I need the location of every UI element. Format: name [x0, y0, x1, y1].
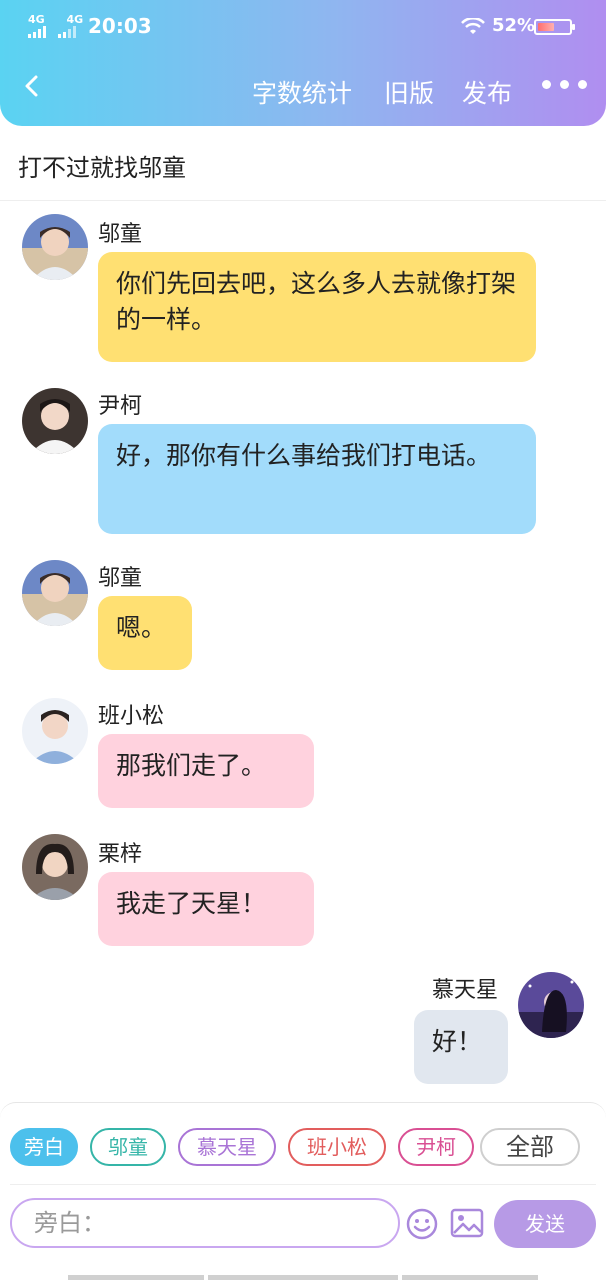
role-chip-all[interactable]: 全部	[480, 1128, 580, 1166]
avatar[interactable]	[22, 560, 88, 626]
message-bubble[interactable]: 好！	[414, 1010, 508, 1084]
sender-name: 慕天星	[432, 978, 499, 1003]
message-input[interactable]: 旁白：	[10, 1198, 400, 1248]
message-bubble[interactable]: 你们先回去吧，这么多人去就像打架的一样。	[98, 252, 536, 362]
sender-name: 邬童	[98, 566, 143, 591]
role-chip-yinke[interactable]: 尹柯	[398, 1128, 474, 1166]
divider	[0, 200, 606, 201]
avatar[interactable]	[22, 834, 88, 900]
network-label-2: 4G	[66, 13, 84, 26]
network-label-1: 4G	[28, 13, 45, 26]
message-bubble[interactable]: 嗯。	[98, 596, 192, 670]
role-chip-narrator[interactable]: 旁白	[10, 1128, 78, 1166]
sender-name: 栗梓	[98, 842, 143, 867]
role-chip-banxiaosong[interactable]: 班小松	[288, 1128, 386, 1166]
divider	[10, 1184, 596, 1185]
chevron-left-icon[interactable]	[20, 74, 44, 98]
sender-name: 尹柯	[98, 394, 143, 419]
message-bubble[interactable]: 好，那你有什么事给我们打电话。	[98, 424, 536, 534]
clock: 20:03	[88, 14, 152, 38]
word-count-button[interactable]: 字数统计	[252, 74, 352, 110]
app-header: 4G 4G 20:03 52% 字数统计 旧版 发布	[0, 0, 606, 126]
message-bubble[interactable]: 我走了天星！	[98, 872, 314, 946]
emoji-icon[interactable]	[406, 1208, 438, 1240]
avatar[interactable]	[518, 972, 584, 1038]
send-button[interactable]: 发送	[494, 1200, 596, 1248]
battery-level	[538, 23, 554, 31]
more-dots-icon[interactable]	[542, 80, 587, 89]
signal-bars-icon	[28, 26, 84, 38]
sender-name: 班小松	[98, 704, 165, 729]
system-nav-bar	[402, 1275, 538, 1280]
role-chip-mutianxing[interactable]: 慕天星	[178, 1128, 276, 1166]
old-version-button[interactable]: 旧版	[384, 74, 434, 110]
avatar[interactable]	[22, 698, 88, 764]
status-bar: 4G 4G 20:03 52%	[0, 12, 606, 42]
role-chip-wutong[interactable]: 邬童	[90, 1128, 166, 1166]
story-title[interactable]: 打不过就找邬童	[18, 148, 186, 183]
avatar[interactable]	[22, 214, 88, 280]
nav-bar: 字数统计 旧版 发布	[0, 66, 606, 116]
system-nav-bar	[208, 1275, 398, 1280]
battery-icon	[534, 19, 575, 35]
message-bubble[interactable]: 那我们走了。	[98, 734, 314, 808]
system-nav-bar	[68, 1275, 204, 1280]
battery-percent: 52%	[492, 15, 536, 36]
avatar[interactable]	[22, 388, 88, 454]
publish-button[interactable]: 发布	[462, 74, 512, 110]
sender-name: 邬童	[98, 222, 143, 247]
wifi-icon	[460, 16, 486, 40]
image-icon[interactable]	[450, 1208, 484, 1238]
signal-indicator: 4G 4G	[28, 13, 84, 38]
